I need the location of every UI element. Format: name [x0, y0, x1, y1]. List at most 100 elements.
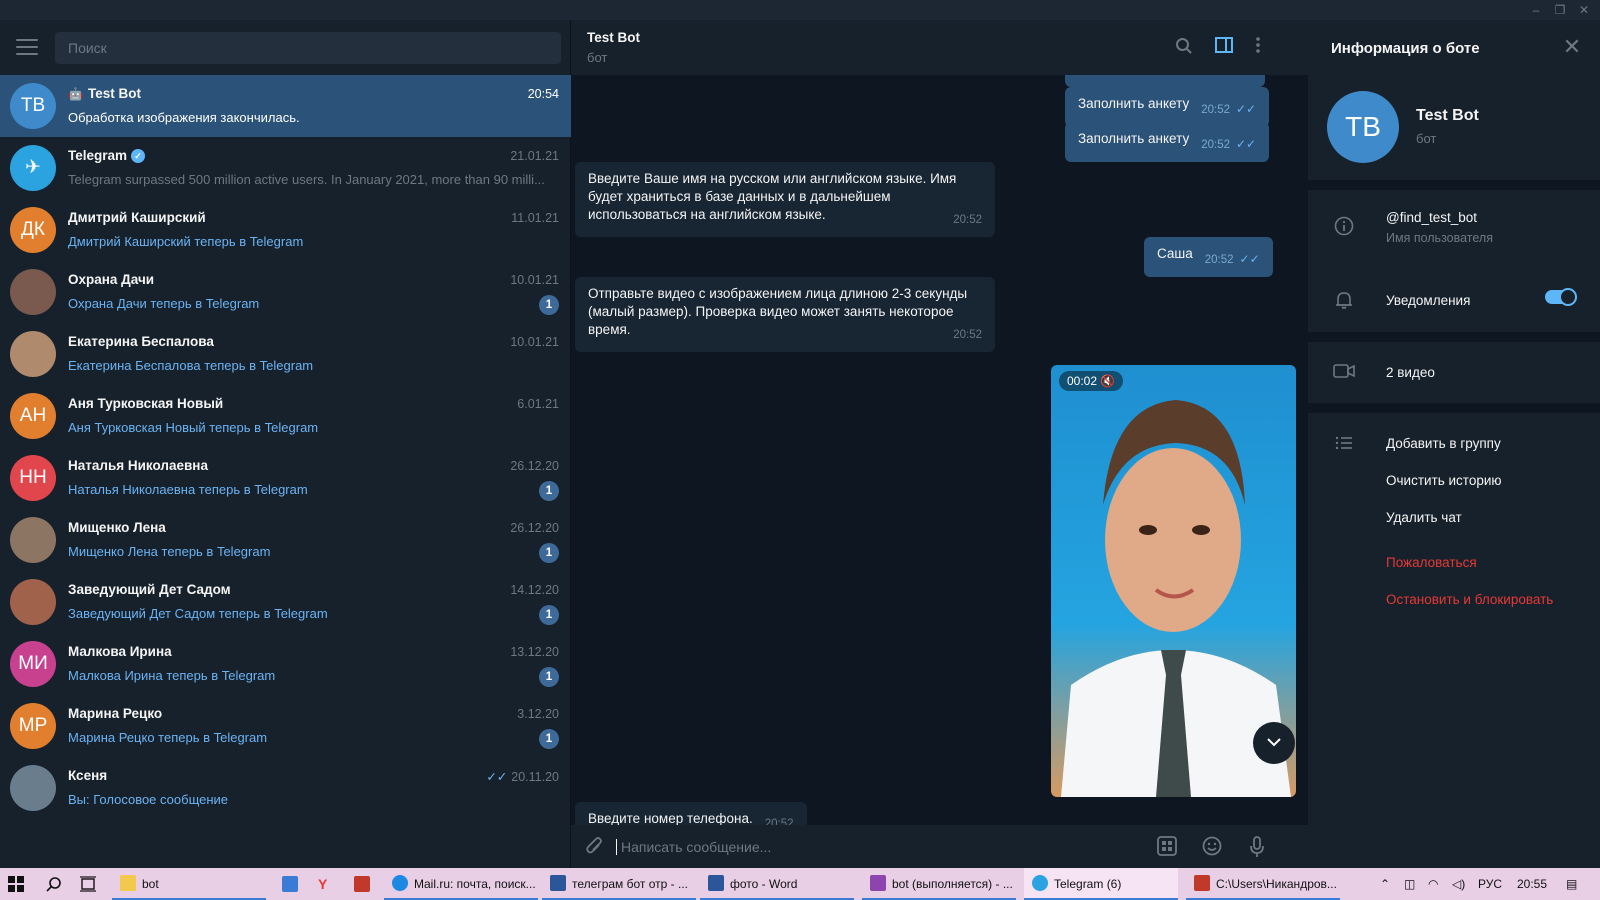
- emoji-icon[interactable]: [1201, 836, 1223, 858]
- mail-icon[interactable]: [282, 868, 300, 900]
- block-bot-button[interactable]: Остановить и блокировать: [1386, 592, 1553, 607]
- message-time: 20:52: [953, 214, 982, 226]
- minimize-button[interactable]: –: [1526, 2, 1546, 18]
- console-icon: [1194, 875, 1210, 891]
- chat-title[interactable]: Test Bot: [587, 30, 640, 45]
- bot-commands-icon[interactable]: [1156, 836, 1178, 858]
- chat-header: Test Bot бот: [571, 20, 1308, 75]
- chat-list-item[interactable]: НН Наталья Николаевна 26.12.20 Наталья Нико…: [0, 447, 571, 509]
- message-text: Введите Ваше имя на русском или английск…: [588, 171, 957, 222]
- notifications-toggle[interactable]: [1545, 288, 1577, 306]
- chat-list-item[interactable]: ДК Дмитрий Каширский 11.01.21 Дмитрий Кашир…: [0, 199, 571, 261]
- volume-icon[interactable]: ◁): [1452, 868, 1465, 900]
- microphone-icon[interactable]: [1246, 836, 1268, 858]
- chat-list-item[interactable]: TB 🤖 Test Bot 20:54 Обработка изображения за…: [0, 75, 571, 137]
- message-incoming[interactable]: Введите Ваше имя на русском или английск…: [575, 162, 995, 237]
- chat-list-item[interactable]: Охрана Дачи 10.01.21 Охрана Дачи теперь в …: [0, 261, 571, 323]
- tray-chevron-icon[interactable]: ⌃: [1380, 868, 1390, 900]
- chat-date: 10.01.21: [510, 273, 559, 287]
- chat-preview: Обработка изображения закончилась.: [68, 110, 300, 125]
- chat-list-item[interactable]: Заведующий Дет Садом 14.12.20 Заведующий Д…: [0, 571, 571, 633]
- avatar[interactable]: TB: [1327, 91, 1399, 163]
- message-text: Отправьте видео с изображением лица длин…: [588, 286, 968, 337]
- chat-date: 6.01.21: [517, 397, 559, 411]
- mute-icon[interactable]: 🔇: [1100, 374, 1115, 388]
- yandex-browser-icon[interactable]: Y: [318, 868, 336, 900]
- chat-subtitle: бот: [587, 50, 608, 65]
- shared-videos-link[interactable]: 2 видео: [1386, 365, 1435, 380]
- report-button[interactable]: Пожаловаться: [1386, 555, 1477, 570]
- read-ticks-icon: ✓✓: [486, 770, 508, 784]
- unread-badge: 1: [539, 481, 559, 501]
- chat-name-text: Аня Турковская Новый: [68, 396, 224, 411]
- info-panel-title: Информация о боте: [1331, 40, 1480, 57]
- chat-list-item[interactable]: Ксеня ✓✓ 20.11.20 Вы: Голосовое сообщение: [0, 757, 571, 819]
- close-icon[interactable]: ✕: [1560, 35, 1584, 59]
- clock[interactable]: 20:55: [1517, 868, 1547, 900]
- chat-name-text: Test Bot: [87, 86, 141, 101]
- chat-name: Аня Турковская Новый: [68, 396, 223, 411]
- message-incoming[interactable]: Отправьте видео с изображением лица длин…: [575, 277, 995, 352]
- chat-list-item[interactable]: МИ Малкова Ирина 13.12.20 Малкова Ирина теп…: [0, 633, 571, 695]
- taskbar-app-console[interactable]: C:\Users\Никандров...: [1186, 868, 1340, 900]
- message-outgoing[interactable]: Заполнить анкету 20:52 ✓✓: [1065, 87, 1270, 127]
- maximize-button[interactable]: ❐: [1550, 2, 1570, 18]
- message-time: 20:52 ✓✓: [1201, 137, 1257, 151]
- username-value[interactable]: @find_test_bot: [1386, 210, 1477, 225]
- chat-name: Ксеня: [68, 768, 107, 783]
- taskbar-app-word-2[interactable]: фото - Word: [700, 868, 854, 900]
- add-to-group-button[interactable]: Добавить в группу: [1386, 436, 1501, 451]
- attach-icon[interactable]: [583, 836, 605, 858]
- chat-list-item[interactable]: АН Аня Турковская Новый 6.01.21 Аня Турковс…: [0, 385, 571, 447]
- chat-preview: Вы: Голосовое сообщение: [68, 792, 229, 807]
- more-options-icon[interactable]: [1247, 37, 1269, 59]
- chat-list-item[interactable]: Екатерина Беспалова 10.01.21 Екатерина Бес…: [0, 323, 571, 385]
- message-text: Введите номер телефона.: [588, 811, 753, 826]
- close-window-button[interactable]: ✕: [1574, 2, 1594, 18]
- taskbar-app-visual-studio[interactable]: bot (выполняется) - ...: [862, 868, 1016, 900]
- network-icon[interactable]: ◫: [1404, 868, 1415, 900]
- message-input[interactable]: Написать сообщение...: [616, 839, 771, 855]
- chat-area: Test Bot бот Заполнить анкету 20:52 ✓✓ За…: [571, 20, 1308, 868]
- taskbar: bot Y Mail.ru: почта, поиск... телеграм …: [0, 868, 1600, 900]
- notifications-icon[interactable]: ▤: [1566, 868, 1577, 900]
- start-button[interactable]: [8, 868, 28, 900]
- search-input[interactable]: Поиск: [55, 32, 561, 64]
- chat-name-text: Мищенко Лена: [68, 520, 166, 535]
- message-outgoing[interactable]: Заполнить анкету 20:52 ✓✓: [1065, 122, 1270, 162]
- chat-name: 🤖 Test Bot: [68, 86, 141, 101]
- hamburger-menu-icon[interactable]: [16, 39, 38, 55]
- taskbar-app-browser[interactable]: Mail.ru: почта, поиск...: [384, 868, 538, 900]
- chat-list-header: Поиск: [0, 20, 570, 75]
- chat-list-item[interactable]: МР Марина Рецко 3.12.20 Марина Рецко теперь…: [0, 695, 571, 757]
- avatar: ДК: [10, 207, 56, 253]
- browser-icon: [392, 875, 408, 891]
- taskbar-app-word-1[interactable]: телеграм бот отр - ...: [542, 868, 696, 900]
- delete-chat-button[interactable]: Удалить чат: [1386, 510, 1462, 525]
- chat-name: Мищенко Лена: [68, 520, 166, 535]
- sidebar-toggle-icon[interactable]: [1213, 37, 1235, 59]
- avatar: [10, 269, 56, 315]
- clear-history-button[interactable]: Очистить историю: [1386, 473, 1502, 488]
- chat-list-item[interactable]: Мищенко Лена 26.12.20 Мищенко Лена теперь …: [0, 509, 571, 571]
- taskbar-app-telegram[interactable]: Telegram (6): [1024, 868, 1178, 900]
- read-ticks-icon: ✓✓: [1235, 102, 1257, 116]
- unread-badge: 1: [539, 543, 559, 563]
- task-view-icon[interactable]: [80, 868, 100, 900]
- gift-icon[interactable]: [354, 868, 372, 900]
- folder-icon: [120, 875, 136, 891]
- wifi-icon[interactable]: ◠: [1428, 868, 1438, 900]
- search-taskbar-icon[interactable]: [46, 868, 66, 900]
- scroll-down-button[interactable]: [1253, 722, 1295, 764]
- divider: [1308, 332, 1600, 342]
- chat-date: 26.12.20: [510, 521, 559, 535]
- search-icon[interactable]: [1173, 37, 1195, 59]
- unread-badge: 1: [539, 295, 559, 315]
- chat-preview: Екатерина Беспалова теперь в Telegram: [68, 358, 314, 373]
- chat-list-item[interactable]: ✈ Telegram ✓ 21.01.21 Telegram surpassed 500…: [0, 137, 571, 199]
- language-indicator[interactable]: РУС: [1478, 868, 1502, 900]
- list-icon: [1332, 432, 1356, 456]
- taskbar-app-explorer[interactable]: bot: [112, 868, 266, 900]
- message-outgoing[interactable]: Саша 20:52 ✓✓: [1144, 237, 1273, 277]
- message-text: Саша: [1157, 246, 1193, 261]
